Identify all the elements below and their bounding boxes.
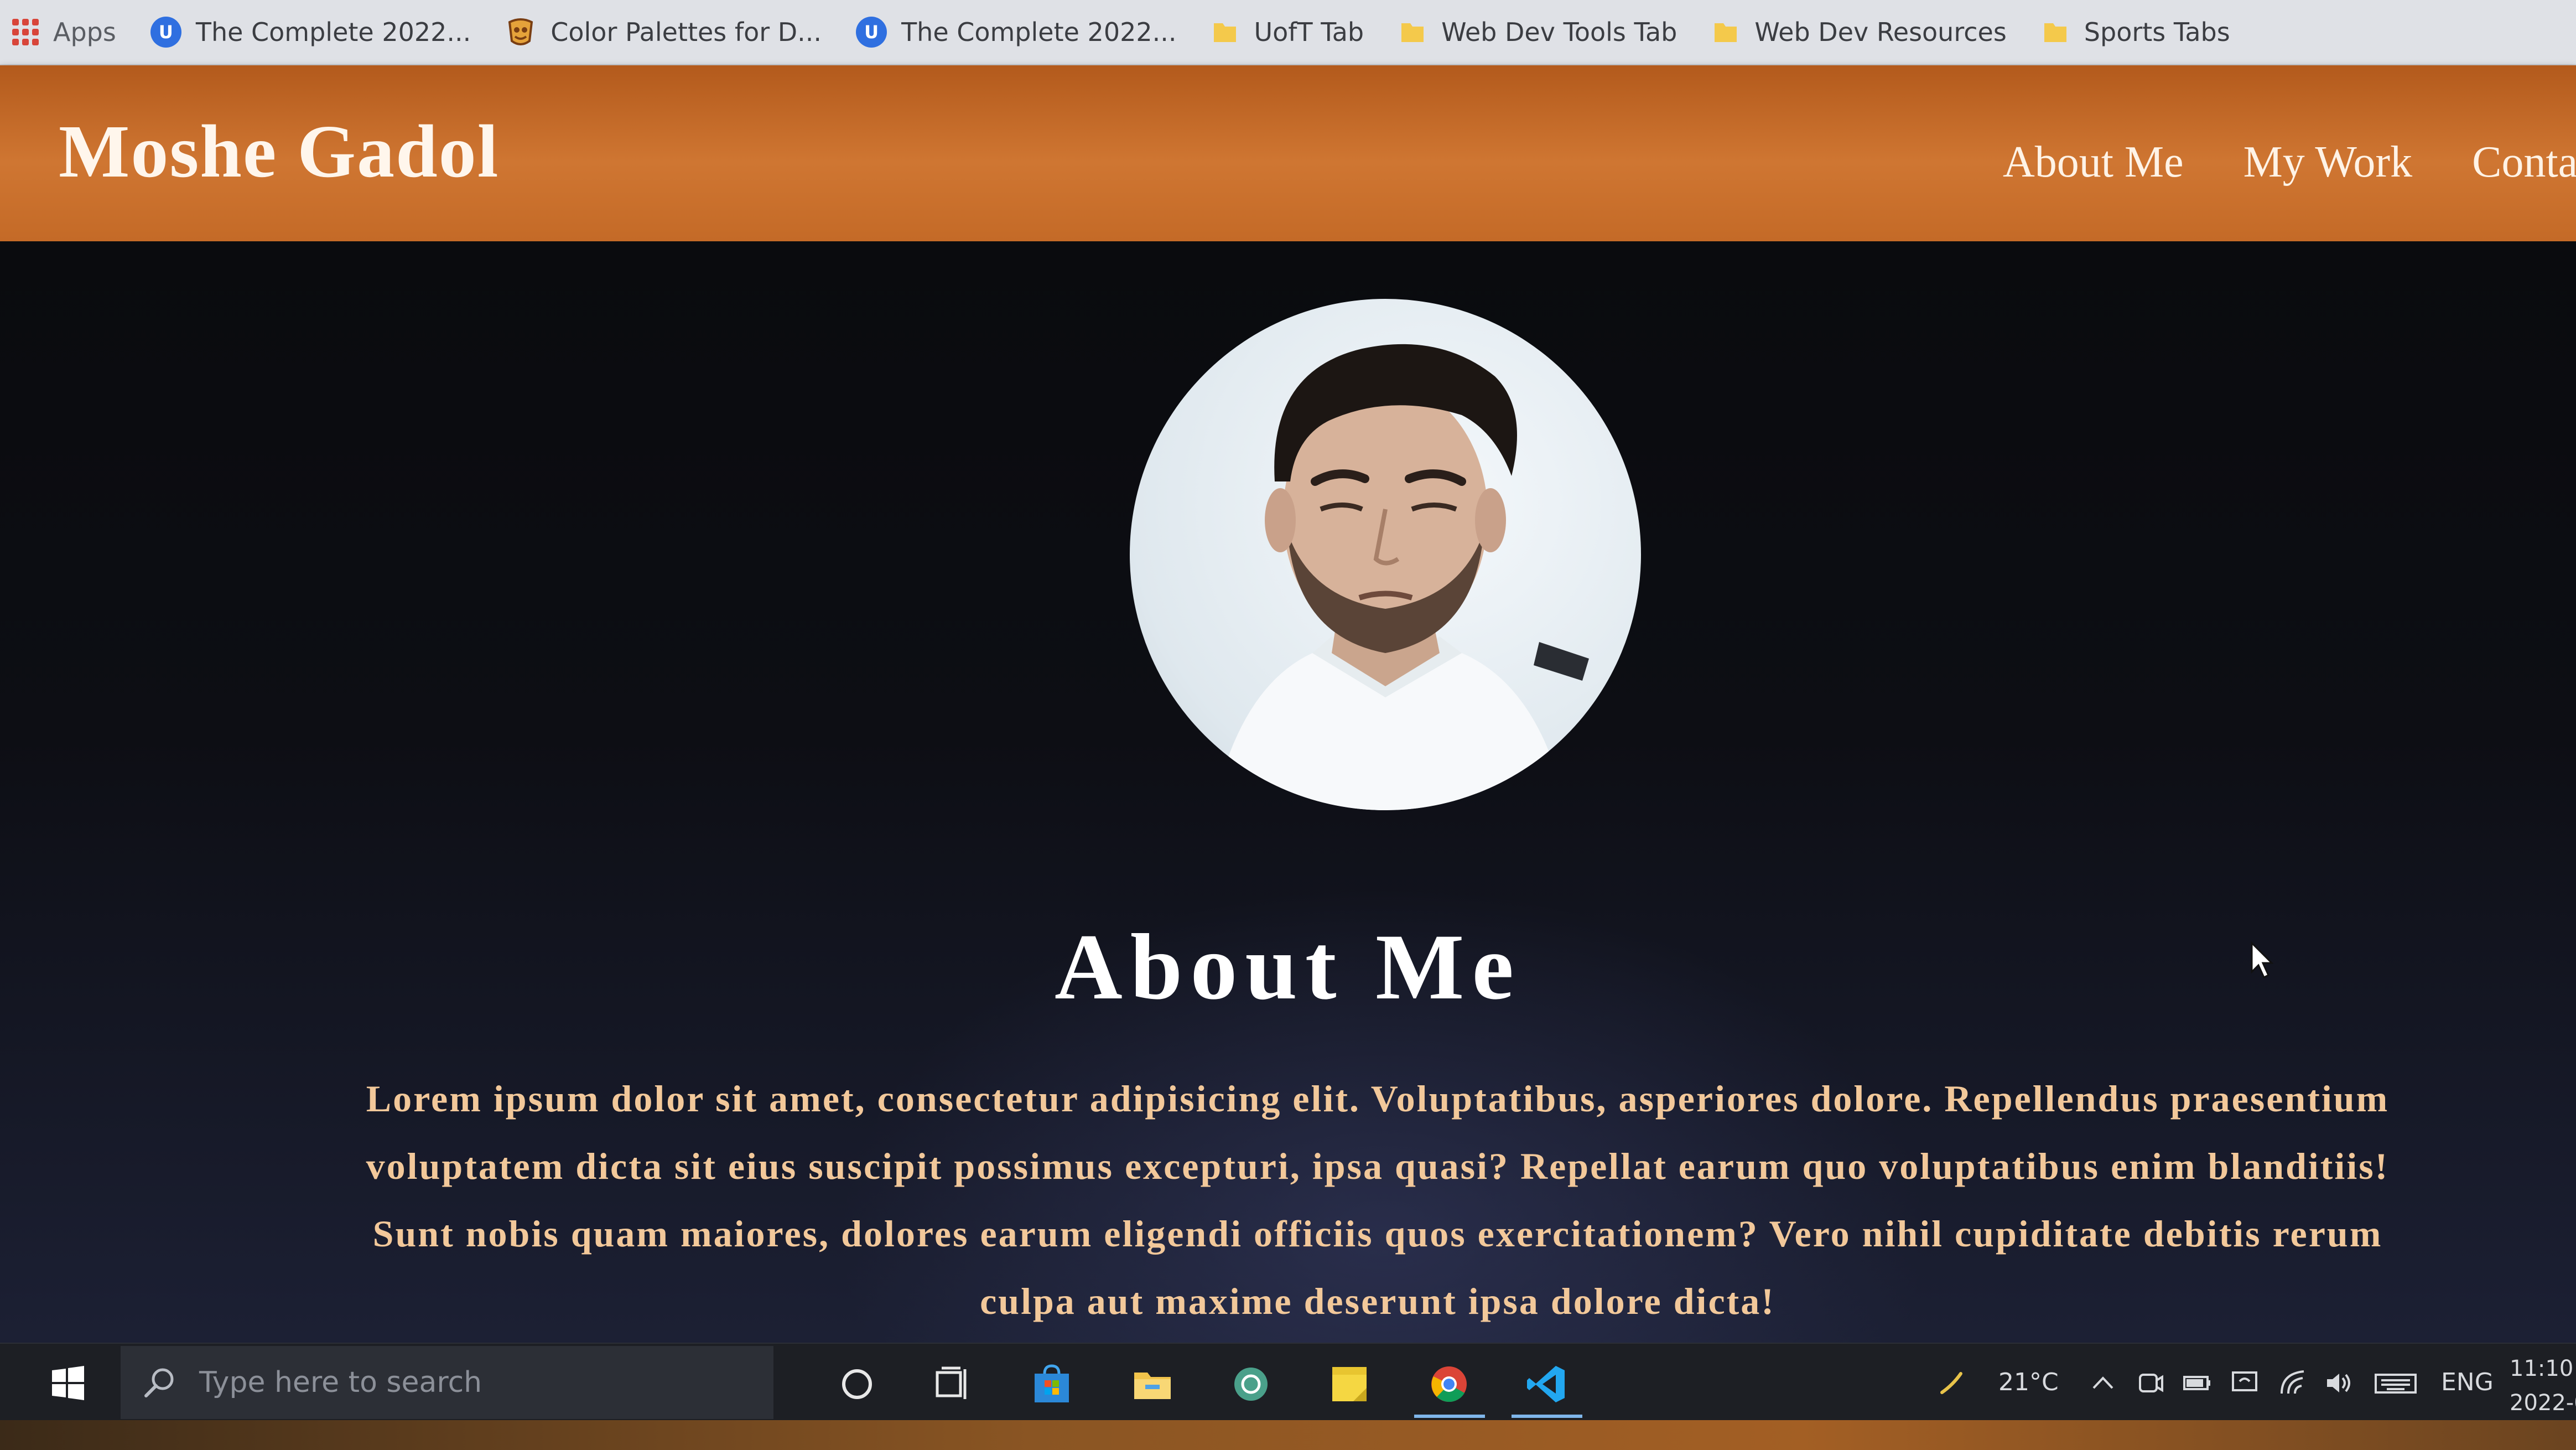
wifi-icon[interactable] (2278, 1368, 2308, 1398)
bookmark-label: The Complete 2022... (195, 17, 471, 47)
apps-grid-icon (12, 19, 39, 45)
site-title[interactable]: Moshe Gadol (59, 108, 500, 195)
desk-background-strip (0, 1420, 2576, 1450)
site-header: Moshe Gadol About Me My Work Contac (0, 65, 2576, 241)
chevron-up-icon[interactable] (2088, 1368, 2118, 1398)
folder-icon (2044, 23, 2066, 42)
bookmarks-bar: Apps U The Complete 2022... Color Palett… (0, 0, 2576, 65)
bookmark-label: Web Dev Tools Tab (1441, 17, 1677, 47)
bookmark-sports-tabs[interactable]: Sports Tabs (2041, 17, 2230, 47)
taskbar-search-box[interactable]: Type here to search (121, 1346, 773, 1419)
bookmark-web-dev-resources[interactable]: Web Dev Resources (1711, 17, 2007, 47)
portrait-illustration (1213, 344, 1589, 810)
vscode-icon[interactable] (1525, 1363, 1568, 1406)
sticky-notes-icon[interactable] (1328, 1363, 1371, 1406)
bookmark-complete-2022-b[interactable]: U The Complete 2022... (856, 17, 1176, 48)
nav-about-me[interactable]: About Me (2003, 137, 2184, 188)
windows-start-icon[interactable] (51, 1366, 85, 1400)
bookmark-complete-2022-a[interactable]: U The Complete 2022... (150, 17, 471, 48)
chatgpt-icon[interactable] (1229, 1363, 1273, 1406)
windows-taskbar: Type here to search 21°C ENG 11:10 2022- (0, 1343, 2576, 1421)
file-explorer-icon[interactable] (1131, 1363, 1174, 1406)
about-bio-text: Lorem ipsum dolor sit amet, consectetur … (366, 1078, 2390, 1322)
display-sync-icon[interactable] (2230, 1368, 2260, 1398)
bookmark-label: Web Dev Resources (1754, 17, 2007, 47)
bookmark-color-palettes[interactable]: Color Palettes for D... (505, 17, 822, 48)
udemy-icon: U (856, 17, 887, 48)
chrome-icon[interactable] (1427, 1363, 1471, 1406)
weather-temperature[interactable]: 21°C (1998, 1368, 2059, 1396)
palette-icon (508, 18, 533, 45)
main-nav: About Me My Work Contac (2003, 137, 2576, 188)
keyboard-icon[interactable] (2374, 1368, 2418, 1398)
bookmark-label: The Complete 2022... (901, 17, 1177, 47)
udemy-icon: U (150, 17, 181, 48)
about-section: About Me Lorem ipsum dolor sit amet, con… (0, 241, 2576, 1343)
vscode-active-indicator (1512, 1415, 1582, 1418)
microsoft-store-icon[interactable] (1030, 1363, 1073, 1406)
task-view-icon[interactable] (932, 1363, 975, 1406)
bookmark-uoft-tab[interactable]: UofT Tab (1211, 17, 1364, 47)
about-heading: About Me (1055, 914, 1521, 1019)
folder-icon (1214, 23, 1237, 42)
bookmark-apps[interactable]: Apps (12, 17, 116, 47)
mouse-pointer-icon (2251, 941, 2274, 979)
taskbar-clock[interactable]: 11:10 2022-0 (2510, 1351, 2576, 1420)
screen: Apps U The Complete 2022... Color Palett… (0, 0, 2576, 1450)
clock-time: 11:10 (2510, 1356, 2574, 1381)
bookmark-label: Sports Tabs (2084, 17, 2230, 47)
bookmark-web-dev-tools[interactable]: Web Dev Tools Tab (1398, 17, 1677, 47)
weather-icon[interactable] (1936, 1368, 1966, 1398)
search-placeholder: Type here to search (199, 1366, 482, 1399)
clock-date: 2022-0 (2510, 1390, 2576, 1416)
profile-photo (1130, 299, 1641, 810)
nav-my-work[interactable]: My Work (2243, 137, 2412, 188)
meet-now-icon[interactable] (2136, 1368, 2165, 1398)
bookmark-label: Color Palettes for D... (550, 17, 822, 47)
search-icon (144, 1368, 174, 1397)
cortana-icon[interactable] (835, 1363, 879, 1406)
language-indicator[interactable]: ENG (2441, 1368, 2494, 1396)
folder-icon (1715, 23, 1737, 42)
chrome-active-indicator (1414, 1415, 1485, 1418)
volume-icon[interactable] (2324, 1368, 2354, 1398)
folder-icon (1401, 23, 1424, 42)
bookmark-label: UofT Tab (1254, 17, 1364, 47)
bookmark-apps-label: Apps (53, 17, 116, 47)
nav-contact[interactable]: Contac (2472, 137, 2576, 188)
battery-icon[interactable] (2182, 1368, 2212, 1398)
